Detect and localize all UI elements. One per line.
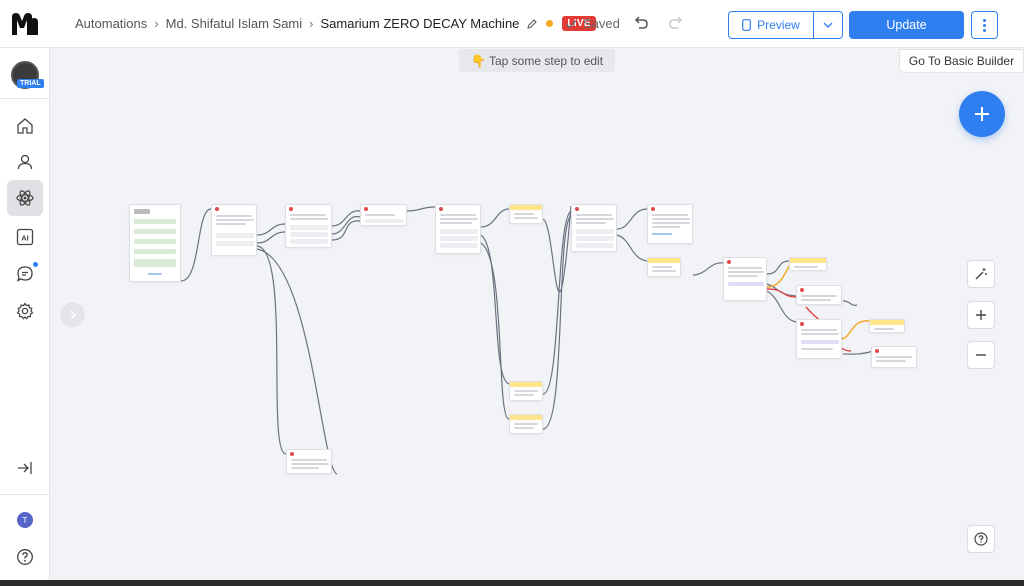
trigger-node[interactable] bbox=[129, 204, 181, 282]
undo-icon[interactable] bbox=[632, 14, 650, 32]
chevron-down-icon bbox=[823, 22, 833, 28]
condition-node[interactable] bbox=[509, 414, 543, 434]
message-node[interactable] bbox=[285, 204, 332, 248]
message-node[interactable] bbox=[796, 319, 842, 359]
edit-pencil-icon[interactable] bbox=[526, 18, 538, 30]
message-node[interactable] bbox=[871, 346, 917, 368]
help-icon[interactable] bbox=[12, 544, 38, 570]
message-node[interactable] bbox=[647, 204, 693, 244]
divider bbox=[0, 98, 50, 99]
saved-label: Saved bbox=[583, 16, 620, 31]
message-node[interactable] bbox=[435, 204, 481, 254]
flow-canvas[interactable]: 👇 Tap some step to edit Go To Basic Buil… bbox=[51, 49, 1024, 580]
logo-icon[interactable] bbox=[10, 11, 40, 37]
condition-node[interactable] bbox=[789, 257, 827, 271]
app-frame: Automations › Md. Shifatul Islam Sami › … bbox=[0, 0, 1024, 580]
preview-dropdown[interactable] bbox=[814, 12, 842, 38]
update-button[interactable]: Update bbox=[849, 11, 964, 39]
breadcrumb-automations[interactable]: Automations bbox=[75, 16, 147, 31]
trial-badge: TRIAL bbox=[17, 79, 44, 88]
user-avatar[interactable]: T bbox=[17, 512, 33, 528]
message-node[interactable] bbox=[571, 204, 617, 252]
condition-node[interactable] bbox=[869, 319, 905, 333]
breadcrumb-user[interactable]: Md. Shifatul Islam Sami bbox=[166, 16, 303, 31]
condition-node[interactable] bbox=[509, 381, 543, 401]
notification-dot bbox=[33, 262, 38, 267]
message-node[interactable] bbox=[723, 257, 767, 301]
contacts-icon[interactable] bbox=[12, 149, 38, 175]
message-node[interactable] bbox=[796, 285, 842, 305]
ai-icon[interactable]: AI bbox=[12, 224, 38, 250]
chevron-right-icon: › bbox=[154, 16, 159, 31]
check-icon bbox=[565, 19, 577, 29]
collapse-sidebar-icon[interactable] bbox=[12, 455, 38, 481]
breadcrumb: Automations › Md. Shifatul Islam Sami › … bbox=[75, 16, 596, 31]
automation-title: Samarium ZERO DECAY Machine bbox=[320, 16, 520, 31]
redo-icon[interactable] bbox=[667, 14, 685, 32]
svg-text:AI: AI bbox=[21, 234, 29, 243]
saved-status: Saved bbox=[565, 16, 620, 31]
message-node[interactable] bbox=[360, 204, 407, 226]
more-options-button[interactable] bbox=[971, 11, 998, 39]
flow-connectors bbox=[180, 205, 874, 475]
sidebar: TRIAL AI T bbox=[0, 48, 50, 580]
settings-icon[interactable] bbox=[12, 298, 38, 324]
preview-main[interactable]: Preview bbox=[729, 12, 814, 38]
window-bottom-edge bbox=[0, 580, 1024, 586]
top-bar: Automations › Md. Shifatul Islam Sami › … bbox=[0, 0, 1024, 48]
condition-node[interactable] bbox=[509, 204, 543, 224]
divider bbox=[0, 494, 50, 495]
automation-icon[interactable] bbox=[7, 180, 43, 216]
message-node[interactable] bbox=[286, 449, 332, 474]
home-icon[interactable] bbox=[12, 113, 38, 139]
phone-icon bbox=[742, 19, 752, 31]
condition-node[interactable] bbox=[647, 257, 681, 277]
preview-label: Preview bbox=[757, 18, 800, 32]
message-node[interactable] bbox=[211, 204, 257, 256]
preview-button[interactable]: Preview bbox=[728, 11, 843, 39]
status-dot bbox=[546, 20, 554, 27]
chevron-right-icon: › bbox=[309, 16, 314, 31]
